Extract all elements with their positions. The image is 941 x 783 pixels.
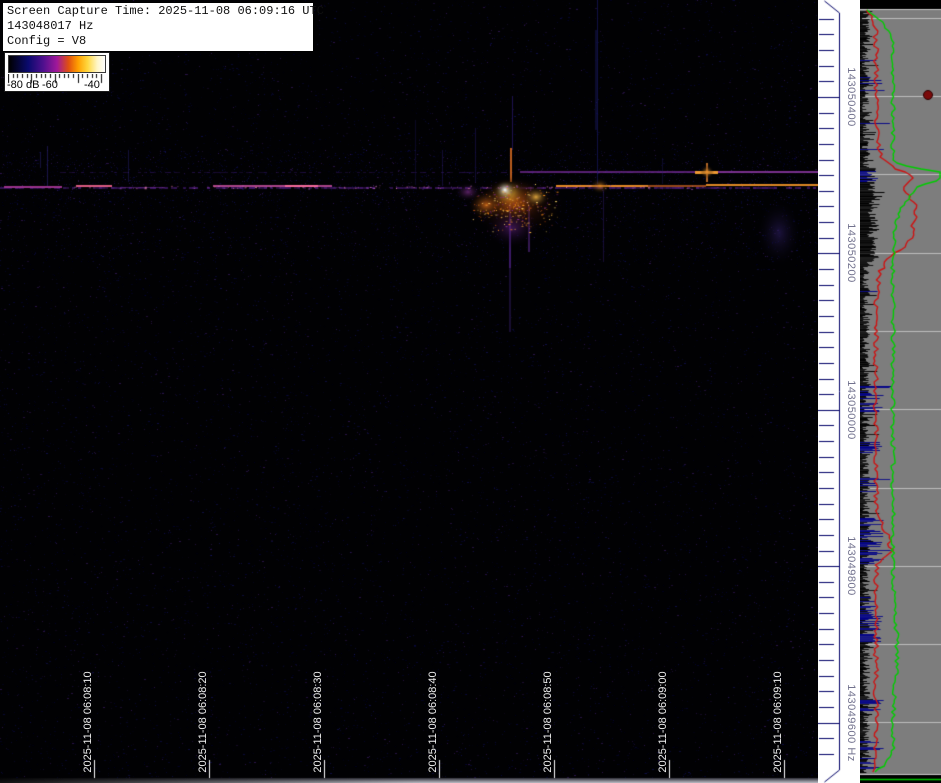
config-text: Config = V8 xyxy=(7,34,87,48)
freq-tick-label: 143050000 xyxy=(845,380,857,440)
waterfall-spectrogram xyxy=(0,0,818,783)
color-gradient-bar xyxy=(8,55,106,73)
freq-tick-label: 143049600 Hz xyxy=(845,684,857,762)
freq-tick-label: 143050400 xyxy=(845,67,857,127)
capture-time-text: Screen Capture Time: 2025-11-08 06:09:16… xyxy=(7,4,324,18)
spectrum-lab-screen-capture: Screen Capture Time: 2025-11-08 06:09:16… xyxy=(0,0,941,783)
db-label-mid: -60 xyxy=(42,79,58,91)
capture-info-box: Screen Capture Time: 2025-11-08 06:09:16… xyxy=(2,2,324,52)
time-tick-label: 2025-11-08 06:08:30 xyxy=(312,671,324,773)
time-tick-label: 2025-11-08 06:08:40 xyxy=(427,671,439,773)
color-scale-legend: -80 dB -60 -40 xyxy=(4,52,110,92)
freq-tick-label: 143050200 xyxy=(845,223,857,283)
spectrum-analyzer-panel xyxy=(860,0,941,783)
time-tick-label: 2025-11-08 06:08:50 xyxy=(542,671,554,773)
db-label-max: -40 xyxy=(84,79,100,91)
center-frequency-text: 143048017 Hz xyxy=(7,19,94,33)
time-tick-label: 2025-11-08 06:08:10 xyxy=(82,671,94,773)
freq-tick-label: 143049800 xyxy=(845,536,857,596)
db-label-min: -80 dB xyxy=(7,79,40,91)
time-tick-label: 2025-11-08 06:08:20 xyxy=(197,671,209,773)
time-tick-label: 2025-11-08 06:09:10 xyxy=(772,671,784,773)
time-tick-label: 2025-11-08 06:09:00 xyxy=(657,671,669,773)
